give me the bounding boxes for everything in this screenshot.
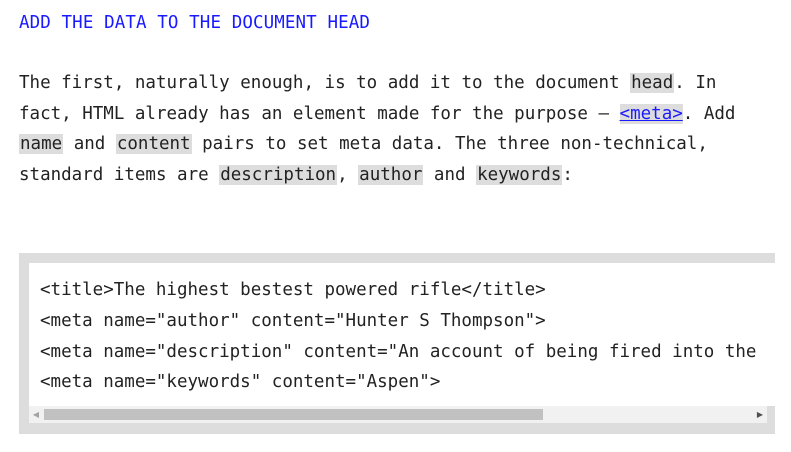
code-block: <title>The highest bestest powered rifle… <box>19 253 784 434</box>
section-heading: ADD THE DATA TO THE DOCUMENT HEAD <box>19 13 370 33</box>
code-line: <meta name="description" content="An acc… <box>40 341 757 362</box>
code-viewport[interactable]: <title>The highest bestest powered rifle… <box>29 263 784 406</box>
scroll-left-arrow-icon[interactable]: ◀ <box>29 406 43 423</box>
body-paragraph: The first, naturally enough, is to add i… <box>19 68 779 191</box>
paragraph-text: The first, naturally enough, is to add i… <box>19 73 631 93</box>
paragraph-text: and <box>423 165 477 186</box>
inline-code-keywords: keywords <box>476 165 563 186</box>
inline-code-name: name <box>19 134 64 155</box>
paragraph-text: : <box>562 165 573 186</box>
inline-code-content: content <box>115 134 192 155</box>
horizontal-scrollbar[interactable]: ◀ ▶ <box>29 406 767 423</box>
scroll-right-arrow-icon[interactable]: ▶ <box>753 406 767 423</box>
inline-code-author: author <box>358 165 424 186</box>
inline-code-description: description <box>219 165 338 186</box>
code-clip: <title>The highest bestest powered rifle… <box>29 263 767 406</box>
code-line: <meta name="keywords" content="Aspen"> <box>40 372 441 393</box>
code-line: <meta name="author" content="Hunter S Th… <box>40 310 546 331</box>
code-line: <title>The highest bestest powered rifle… <box>40 280 546 300</box>
meta-element-link[interactable]: <meta> <box>619 103 683 124</box>
paragraph-text: , <box>337 165 359 186</box>
paragraph-text: and <box>63 134 116 155</box>
paragraph-text: . Add <box>682 103 736 124</box>
inline-code-head: head <box>630 73 675 93</box>
code-lines: <title>The highest bestest powered rifle… <box>40 275 756 398</box>
scrollbar-thumb[interactable] <box>44 409 543 420</box>
